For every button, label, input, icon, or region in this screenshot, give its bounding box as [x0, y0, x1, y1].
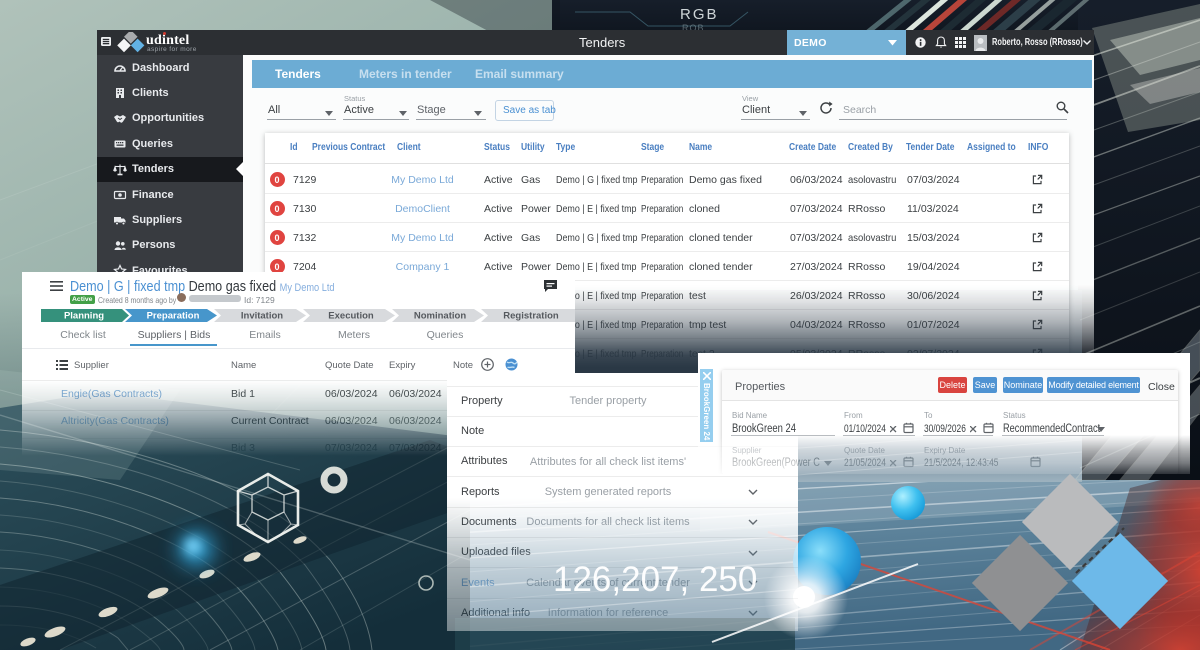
svg-text:Execution: Execution	[328, 311, 374, 322]
svg-text:Preparation: Preparation	[147, 311, 200, 322]
svg-text:RGB: RGB	[680, 6, 719, 23]
svg-text:Invitation: Invitation	[241, 311, 283, 322]
svg-text:Nomination: Nomination	[414, 311, 466, 322]
svg-text:Planning: Planning	[64, 311, 104, 322]
svg-text:Registration: Registration	[503, 311, 559, 322]
